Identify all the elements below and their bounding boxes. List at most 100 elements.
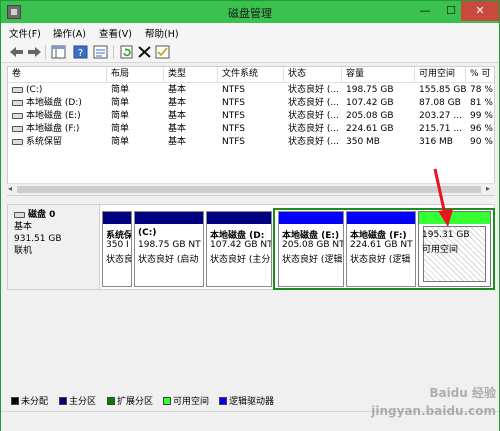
legend-swatch: [107, 397, 115, 405]
refresh-icon[interactable]: [119, 45, 134, 59]
legend-swatch: [59, 397, 67, 405]
show-hide-console-tree-icon[interactable]: [51, 45, 66, 59]
volume-percent-free: 78 %: [470, 85, 493, 95]
check-icon[interactable]: [155, 45, 170, 59]
volume-type: 基本: [168, 137, 187, 147]
volume-capacity: 224.61 GB: [346, 124, 394, 134]
partition-size: 350 I: [106, 240, 129, 250]
partition-status: 状态良好 (逻辑: [282, 255, 343, 265]
scroll-right-arrow-icon[interactable]: ▸: [486, 184, 490, 193]
partition-d[interactable]: 本地磁盘 (D: 107.42 GB NT 状态良好 (主分: [206, 211, 272, 287]
partition-c[interactable]: (C:) 198.75 GB NT 状态良好 (启动: [134, 211, 204, 287]
partition-band: [347, 212, 415, 224]
partition-status: 状态良好 (逻辑: [350, 255, 411, 265]
partition-system-reserved[interactable]: 系统保 350 I 状态良: [102, 211, 132, 287]
volume-name: 本地磁盘 (F:): [26, 124, 80, 134]
disk-info-panel[interactable]: 磁盘 0 基本 931.51 GB 联机: [8, 205, 100, 289]
volume-name: 本地磁盘 (E:): [26, 111, 81, 121]
column-header-filesystem[interactable]: 文件系统: [218, 67, 284, 83]
properties-icon[interactable]: [93, 45, 108, 59]
scrollbar-thumb[interactable]: [17, 186, 481, 193]
volume-filesystem: NTFS: [222, 98, 245, 108]
delete-icon[interactable]: [137, 45, 152, 59]
volume-percent-free: 99 %: [470, 111, 493, 121]
menu-help[interactable]: 帮助(H): [145, 26, 179, 40]
volume-percent-free: 96 %: [470, 124, 493, 134]
volume-capacity: 205.08 GB: [346, 111, 394, 121]
volume-filesystem: NTFS: [222, 85, 245, 95]
column-header-percent-free[interactable]: % 可: [466, 67, 494, 83]
volume-free-space: 203.27 ...: [419, 111, 462, 121]
volume-disk-icon: [12, 125, 23, 132]
volume-disk-icon: [12, 86, 23, 93]
menu-view[interactable]: 查看(V): [99, 26, 132, 40]
volume-filesystem: NTFS: [222, 111, 245, 121]
table-row[interactable]: 本地磁盘 (D:) 简单 基本 NTFS 状态良好 (... 107.42 GB…: [8, 97, 494, 110]
minimize-button[interactable]: —: [411, 1, 439, 21]
partition-band: [135, 212, 203, 224]
volume-layout: 简单: [111, 124, 130, 134]
column-header-type[interactable]: 类型: [164, 67, 218, 83]
partition-status: 状态良好 (启动: [138, 255, 199, 265]
column-header-status[interactable]: 状态: [284, 67, 342, 83]
scroll-left-arrow-icon[interactable]: ◂: [8, 184, 12, 193]
partition-status: 状态良好 (主分: [210, 255, 271, 265]
volume-filesystem: NTFS: [222, 124, 245, 134]
volume-name: 系统保留: [26, 137, 63, 147]
volume-name: 本地磁盘 (D:): [26, 98, 82, 108]
volume-layout: 简单: [111, 98, 130, 108]
help-icon[interactable]: ?: [73, 45, 88, 59]
volume-list-horizontal-scrollbar[interactable]: ◂ ▸: [7, 183, 495, 195]
toolbar-separator: [113, 45, 114, 59]
volume-type: 基本: [168, 124, 187, 134]
legend-swatch: [163, 397, 171, 405]
disk-name: 磁盘 0: [28, 210, 56, 220]
column-header-layout[interactable]: 布局: [107, 67, 164, 83]
svg-text:?: ?: [78, 48, 83, 59]
partition-size: 205.08 GB NT: [282, 240, 344, 250]
volume-capacity: 107.42 GB: [346, 98, 394, 108]
volume-status: 状态良好 (...: [288, 98, 339, 108]
partition-e[interactable]: 本地磁盘 (E:) 205.08 GB NT 状态良好 (逻辑: [278, 211, 344, 287]
disk-management-window: 磁盘管理 — ☐ ✕ 文件(F) 操作(A) 查看(V) 帮助(H) ? 卷 布…: [0, 0, 500, 431]
volume-free-space: 87.08 GB: [419, 98, 461, 108]
volume-free-space: 316 MB: [419, 137, 453, 147]
column-header-free-space[interactable]: 可用空间: [415, 67, 466, 83]
volume-status: 状态良好 (...: [288, 85, 339, 95]
column-header-volume[interactable]: 卷: [8, 67, 107, 83]
volume-disk-icon: [12, 138, 23, 145]
partition-free-space[interactable]: 195.31 GB 可用空间: [418, 211, 491, 287]
menu-action[interactable]: 操作(A): [53, 26, 86, 40]
menu-file[interactable]: 文件(F): [9, 26, 41, 40]
volume-layout: 简单: [111, 85, 130, 95]
volume-free-space: 155.85 GB: [419, 85, 466, 95]
baidu-watermark: Baidu 经验 jingyan.baidu.com: [371, 386, 496, 418]
legend-swatch: [11, 397, 19, 405]
volume-capacity: 198.75 GB: [346, 85, 394, 95]
title-bar[interactable]: 磁盘管理 — ☐ ✕: [1, 1, 499, 23]
volume-list: 卷 布局 类型 文件系统 状态 容量 可用空间 % 可 (C:) 简单 基本 N…: [7, 66, 495, 196]
legend-unallocated: 未分配: [11, 394, 48, 407]
table-row[interactable]: (C:) 简单 基本 NTFS 状态良好 (... 198.75 GB 155.…: [8, 84, 494, 97]
volume-free-space: 215.71 ...: [419, 124, 462, 134]
volume-capacity: 350 MB: [346, 137, 380, 147]
disk-size: 931.51 GB: [14, 234, 62, 244]
column-header-capacity[interactable]: 容量: [342, 67, 415, 83]
back-arrow-icon[interactable]: [9, 45, 24, 59]
table-row[interactable]: 本地磁盘 (E:) 简单 基本 NTFS 状态良好 (... 205.08 GB…: [8, 110, 494, 123]
volume-layout: 简单: [111, 137, 130, 147]
partition-f[interactable]: 本地磁盘 (F:) 224.61 GB NT 状态良好 (逻辑: [346, 211, 416, 287]
forward-arrow-icon[interactable]: [27, 45, 42, 59]
table-row[interactable]: 本地磁盘 (F:) 简单 基本 NTFS 状态良好 (... 224.61 GB…: [8, 123, 494, 136]
disk-type: 基本: [14, 222, 33, 232]
disk-graphical-view: 磁盘 0 基本 931.51 GB 联机 系统保 350 I 状态良 (C:) …: [7, 204, 495, 290]
table-row[interactable]: 系统保留 简单 基本 NTFS 状态良好 (... 350 MB 316 MB …: [8, 136, 494, 149]
volume-filesystem: NTFS: [222, 137, 245, 147]
volume-percent-free: 90 %: [470, 137, 493, 147]
partition-label: (C:): [138, 228, 157, 238]
toolbar: ?: [1, 41, 499, 63]
volume-disk-icon: [12, 112, 23, 119]
volume-status: 状态良好 (...: [288, 124, 339, 134]
close-button[interactable]: ✕: [461, 1, 499, 21]
partition-size: 198.75 GB NT: [138, 240, 201, 250]
